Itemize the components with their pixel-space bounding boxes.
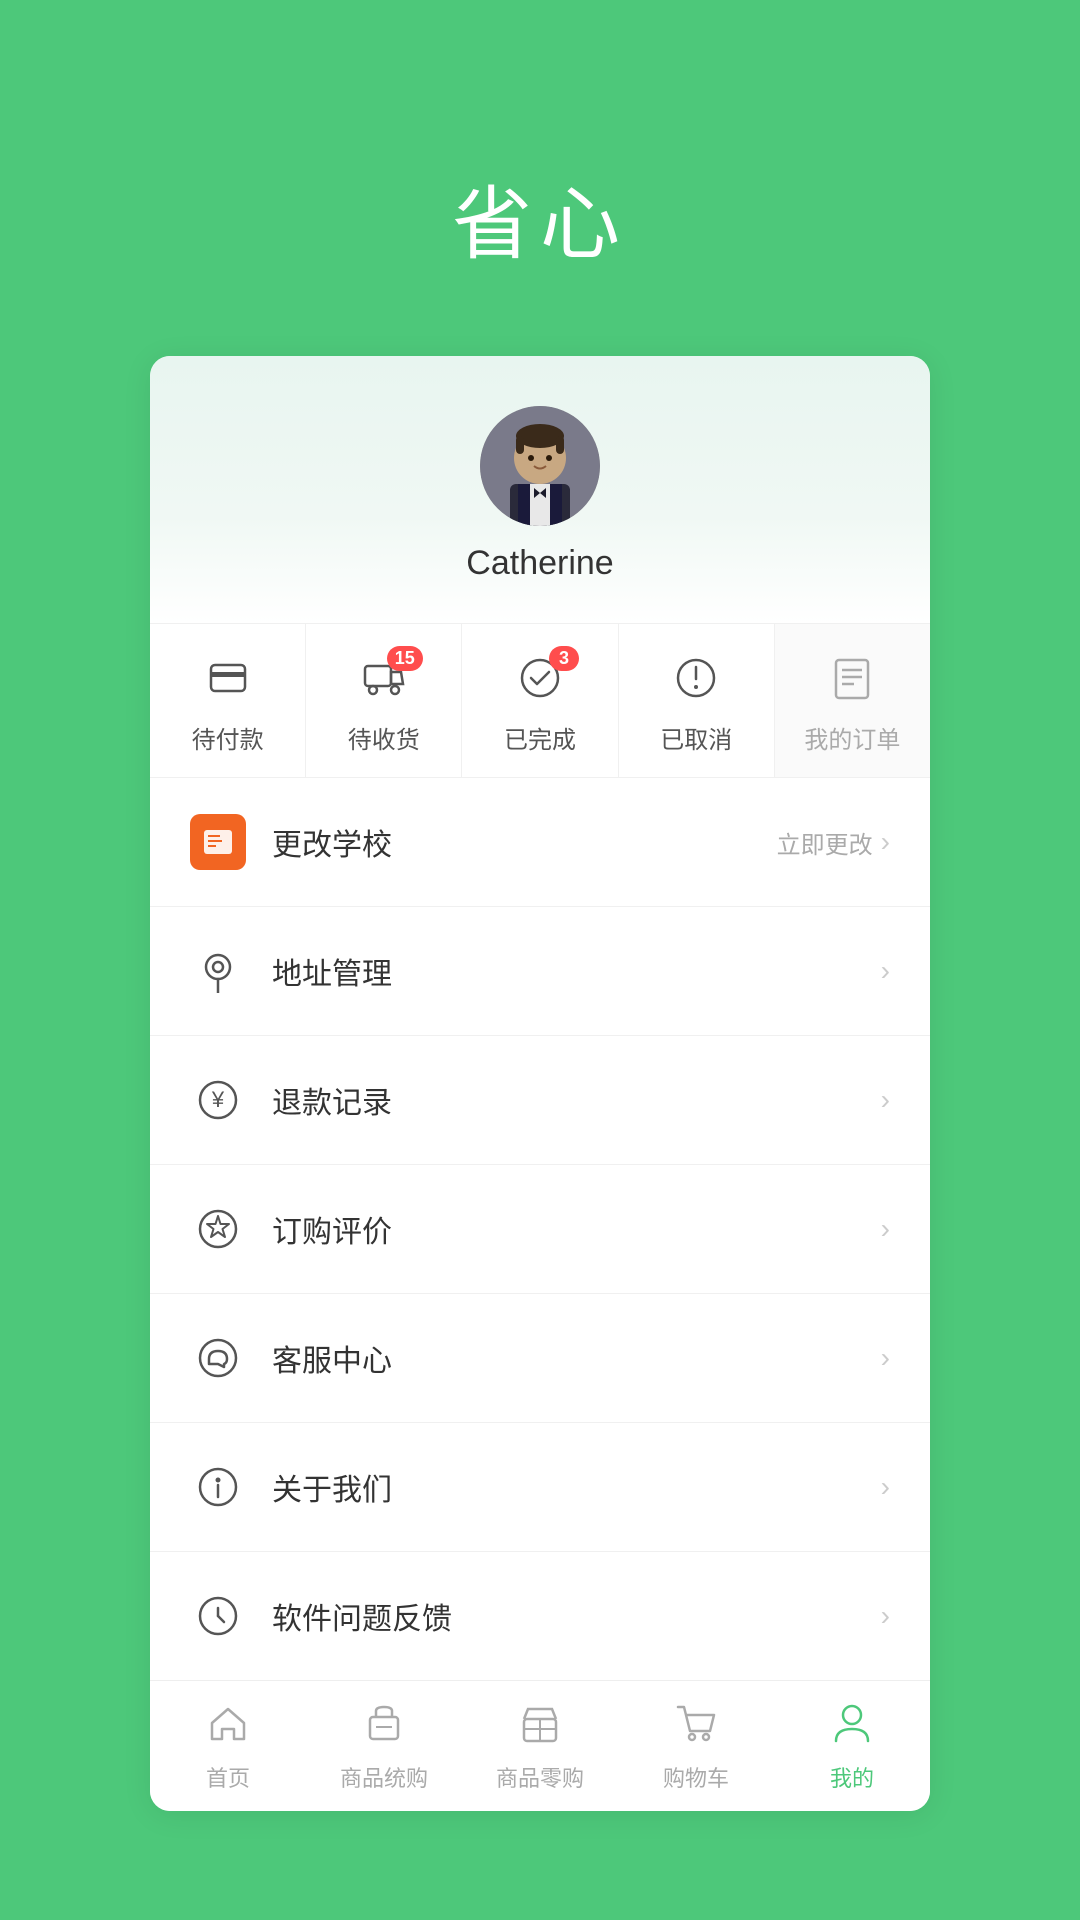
change-school-icon <box>190 814 246 870</box>
change-school-label: 更改学校 <box>272 820 777 864</box>
my-orders-icon <box>832 656 872 707</box>
mine-nav-label: 我的 <box>830 1761 874 1793</box>
nav-mine[interactable]: 我的 <box>774 1681 930 1811</box>
home-icon <box>206 1701 250 1753</box>
menu-item-change-school[interactable]: 更改学校 立即更改 › <box>150 778 930 907</box>
tab-completed-label: 已完成 <box>504 720 576 755</box>
menu-item-reviews[interactable]: 订购评价 › <box>150 1165 930 1294</box>
refund-chevron: › <box>881 1084 890 1116</box>
tab-my-orders[interactable]: 我的订单 <box>775 624 930 777</box>
about-chevron: › <box>881 1471 890 1503</box>
reviews-chevron: › <box>881 1213 890 1245</box>
main-card: Catherine 待付款 <box>150 356 930 1811</box>
tab-pending-payment-label: 待付款 <box>192 720 264 755</box>
menu-item-about[interactable]: 关于我们 › <box>150 1423 930 1552</box>
menu-item-customer-service[interactable]: 客服中心 › <box>150 1294 930 1423</box>
profile-header: Catherine <box>150 356 930 623</box>
completed-badge: 3 <box>549 646 579 671</box>
customer-service-chevron: › <box>881 1342 890 1374</box>
username: Catherine <box>466 544 613 583</box>
nav-bulk-buy[interactable]: 商品统购 <box>306 1681 462 1811</box>
about-label: 关于我们 <box>272 1465 881 1509</box>
chevron-icon: › <box>881 826 890 858</box>
menu-list: 更改学校 立即更改 › 地址管理 › <box>150 778 930 1680</box>
nav-retail[interactable]: 商品零购 <box>462 1681 618 1811</box>
retail-icon <box>518 1701 562 1753</box>
menu-item-feedback[interactable]: 软件问题反馈 › <box>150 1552 930 1680</box>
svg-text:¥: ¥ <box>211 1087 225 1112</box>
feedback-icon <box>190 1588 246 1644</box>
bulk-buy-nav-label: 商品统购 <box>340 1761 428 1793</box>
reviews-icon <box>190 1201 246 1257</box>
cart-nav-label: 购物车 <box>663 1761 729 1793</box>
customer-service-icon <box>190 1330 246 1386</box>
menu-item-refund[interactable]: ¥ 退款记录 › <box>150 1036 930 1165</box>
app-title: 省心 <box>452 160 628 276</box>
mine-icon <box>830 1701 874 1753</box>
refund-icon: ¥ <box>190 1072 246 1128</box>
retail-nav-label: 商品零购 <box>496 1761 584 1793</box>
address-label: 地址管理 <box>272 949 881 993</box>
bulk-buy-icon <box>362 1701 406 1753</box>
cancelled-icon <box>675 657 717 706</box>
nav-home[interactable]: 首页 <box>150 1681 306 1811</box>
tab-cancelled[interactable]: 已取消 <box>619 624 775 777</box>
home-nav-label: 首页 <box>206 1761 250 1793</box>
menu-item-address[interactable]: 地址管理 › <box>150 907 930 1036</box>
change-school-right: 立即更改 › <box>777 825 890 860</box>
tab-cancelled-label: 已取消 <box>660 720 732 755</box>
delivery-badge: 15 <box>387 646 423 671</box>
cart-icon <box>674 1701 718 1753</box>
about-icon <box>190 1459 246 1515</box>
pending-payment-icon <box>207 657 249 706</box>
feedback-chevron: › <box>881 1600 890 1632</box>
address-icon <box>190 943 246 999</box>
bottom-nav: 首页 商品统购 商品零购 <box>150 1680 930 1811</box>
nav-cart[interactable]: 购物车 <box>618 1681 774 1811</box>
reviews-label: 订购评价 <box>272 1207 881 1251</box>
address-chevron: › <box>881 955 890 987</box>
change-school-right-text: 立即更改 <box>777 825 873 860</box>
order-tabs: 待付款 15 待收货 <box>150 623 930 778</box>
tab-pending-delivery-label: 待收货 <box>348 720 420 755</box>
refund-label: 退款记录 <box>272 1078 881 1122</box>
tab-completed[interactable]: 3 已完成 <box>462 624 618 777</box>
avatar[interactable] <box>480 406 600 526</box>
tab-my-orders-label: 我的订单 <box>804 720 900 755</box>
customer-service-label: 客服中心 <box>272 1336 881 1380</box>
feedback-label: 软件问题反馈 <box>272 1594 881 1638</box>
tab-pending-payment[interactable]: 待付款 <box>150 624 306 777</box>
tab-pending-delivery[interactable]: 15 待收货 <box>306 624 462 777</box>
